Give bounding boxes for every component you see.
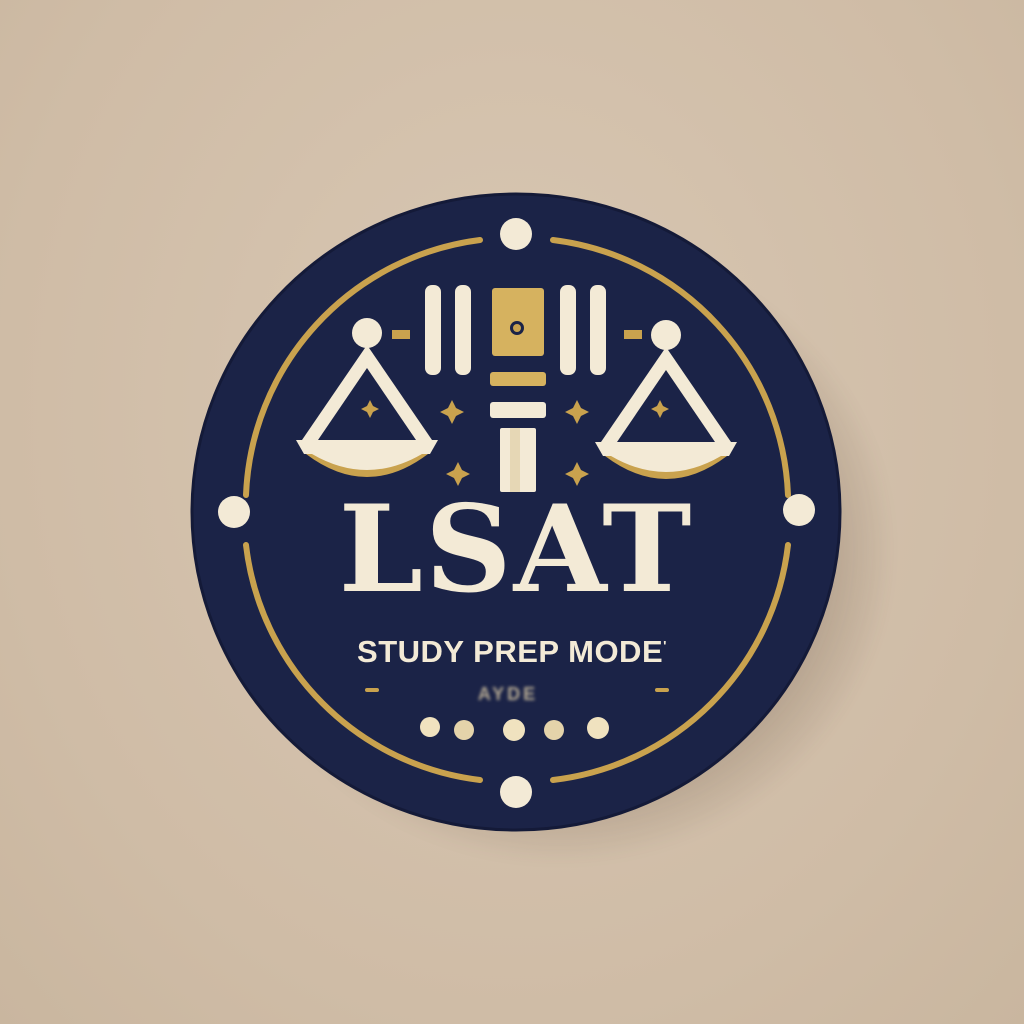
logo-faint-text: AYDE [477,684,539,704]
logo-title: LSAT [338,479,694,620]
logo-subtitle-mark: ' [663,637,667,654]
logo-subtitle: STUDY PREP MODE' [0,636,1024,667]
logo-subtitle-text: STUDY PREP MODE [357,634,664,669]
